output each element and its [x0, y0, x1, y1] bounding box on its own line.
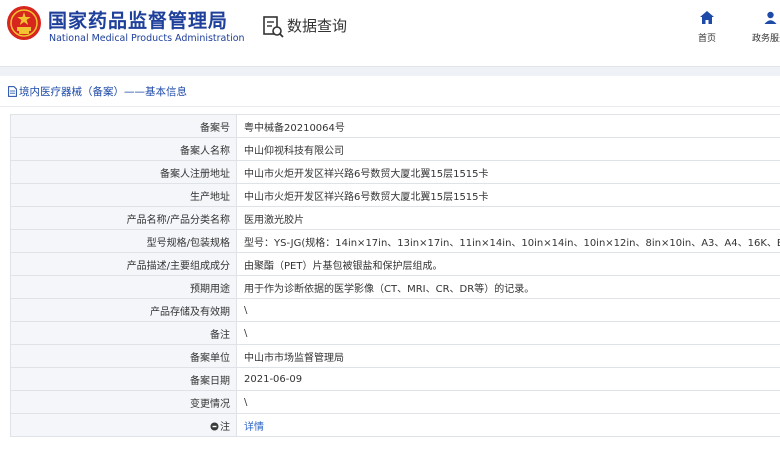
table-row: 备案日期 2021-06-09	[10, 367, 780, 391]
details-link[interactable]: 详情	[244, 422, 264, 433]
table-row: 备注 \	[10, 321, 780, 345]
table-row: 产品描述/主要组成成分 由聚酯（PET）片基包被银盐和保护层组成。	[10, 252, 780, 276]
document-icon	[8, 86, 17, 97]
field-label: 型号规格/包装规格	[10, 229, 237, 253]
table-row: 产品存储及有效期 \	[10, 298, 780, 322]
field-label: 预期用途	[10, 275, 237, 299]
table-row-note: 注 详情	[10, 413, 780, 437]
field-value: \	[236, 390, 780, 414]
field-label: 产品名称/产品分类名称	[10, 206, 237, 230]
section-title: 境内医疗器械（备案）——基本信息	[19, 86, 187, 98]
field-label: 生产地址	[10, 183, 237, 207]
field-value: 中山市火炬开发区祥兴路6号数贸大厦北翼15层1515卡	[236, 183, 780, 207]
table-row: 生产地址 中山市火炬开发区祥兴路6号数贸大厦北翼15层1515卡	[10, 183, 780, 207]
table-row: 备案号 粤中械备20210064号	[10, 114, 780, 138]
field-value: 中山仰视科技有限公司	[236, 137, 780, 161]
nav-home-link[interactable]: 首页	[690, 9, 724, 44]
field-label: 产品描述/主要组成成分	[10, 252, 237, 276]
field-value: 2021-06-09	[236, 367, 780, 391]
site-name-en: National Medical Products Administration	[49, 33, 245, 44]
note-label-cell: 注	[10, 413, 237, 437]
table-row: 备案人名称 中山仰视科技有限公司	[10, 137, 780, 161]
field-label: 变更情况	[10, 390, 237, 414]
service-icon	[764, 11, 776, 24]
table-row: 产品名称/产品分类名称 医用激光胶片	[10, 206, 780, 230]
table-row: 备案人注册地址 中山市火炬开发区祥兴路6号数贸大厦北翼15层1515卡	[10, 160, 780, 184]
table-row: 变更情况 \	[10, 390, 780, 414]
nav-service-label: 政务服务	[751, 34, 780, 44]
header-divider	[0, 66, 780, 76]
field-label: 备案号	[10, 114, 237, 138]
nav-home-label: 首页	[697, 34, 716, 44]
field-value: \	[236, 298, 780, 322]
note-label: 注	[220, 421, 230, 433]
home-icon	[700, 11, 714, 24]
page-title: 数据查询	[287, 17, 348, 35]
table-row: 备案单位 中山市市场监督管理局	[10, 344, 780, 368]
device-info-table: 备案号 粤中械备20210064号 备案人名称 中山仰视科技有限公司 备案人注册地址 中山…	[10, 114, 780, 437]
site-header: 国家药品监督管理局 National Medical Products Admi…	[0, 0, 780, 66]
field-label: 备案人名称	[10, 137, 237, 161]
field-label: 备注	[10, 321, 237, 345]
field-value: 医用激光胶片	[236, 206, 780, 230]
section-header: 境内医疗器械（备案）——基本信息	[0, 76, 780, 107]
field-value: 用于作为诊断依据的医学影像（CT、MRI、CR、DR等）的记录。	[236, 275, 780, 299]
field-value: 粤中械备20210064号	[236, 114, 780, 138]
table-row: 型号规格/包装规格 型号：YS-JG(规格：14in×17in、13in×17in…	[10, 229, 780, 253]
field-value: 中山市火炬开发区祥兴路6号数贸大厦北翼15层1515卡	[236, 160, 780, 184]
nav-service-link[interactable]: 政务服务	[740, 9, 780, 44]
table-row: 预期用途 用于作为诊断依据的医学影像（CT、MRI、CR、DR等）的记录。	[10, 275, 780, 299]
data-query-icon	[263, 16, 284, 38]
national-emblem-icon	[7, 6, 41, 40]
field-label: 备案单位	[10, 344, 237, 368]
note-icon	[210, 422, 219, 430]
note-value-cell: 详情	[236, 413, 780, 437]
field-value: \	[236, 321, 780, 345]
field-label: 备案人注册地址	[10, 160, 237, 184]
field-value: 型号：YS-JG(规格：14in×17in、13in×17in、11in×14i…	[236, 229, 780, 253]
field-label: 产品存储及有效期	[10, 298, 237, 322]
field-value: 中山市市场监督管理局	[236, 344, 780, 368]
field-value: 由聚酯（PET）片基包被银盐和保护层组成。	[236, 252, 780, 276]
site-name-cn[interactable]: 国家药品监督管理局	[48, 6, 228, 33]
field-label: 备案日期	[10, 367, 237, 391]
